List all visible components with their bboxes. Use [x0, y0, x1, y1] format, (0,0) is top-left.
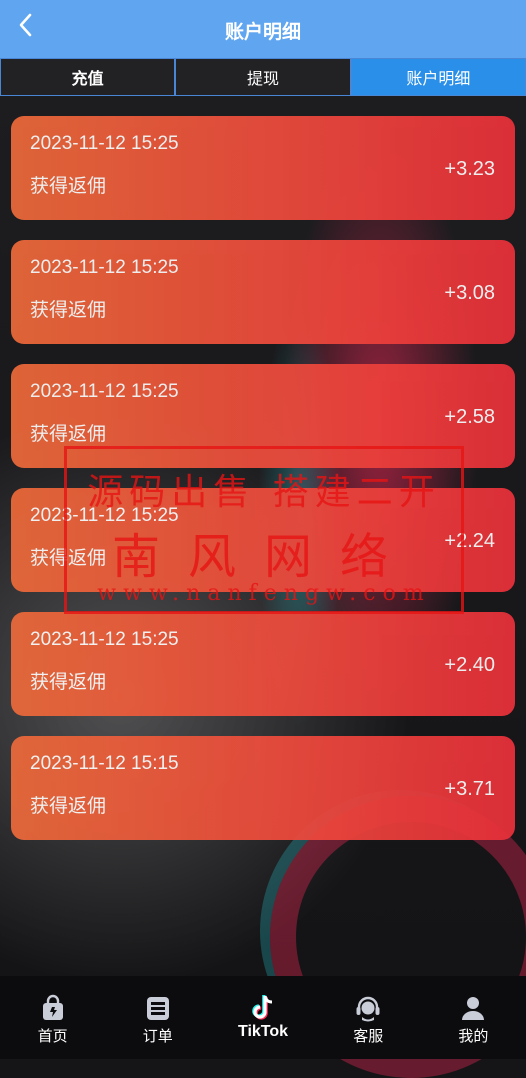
bottom-nav: 首页 订单 TikTok 客服 我的 — [0, 976, 526, 1059]
nav-support[interactable]: 客服 — [316, 976, 421, 1059]
nav-profile-label: 我的 — [458, 1028, 489, 1045]
clipboard-list-icon — [146, 997, 169, 1020]
record-time: 2023-11-12 15:15 — [30, 753, 179, 774]
record-card[interactable]: 2023-11-12 15:25 获得返佣 +2.24 — [11, 488, 515, 592]
nav-tiktok-label: TikTok — [237, 1023, 289, 1040]
record-time: 2023-11-12 15:25 — [30, 505, 179, 526]
record-time: 2023-11-12 15:25 — [30, 133, 179, 154]
record-card[interactable]: 2023-11-12 15:25 获得返佣 +2.58 — [11, 364, 515, 468]
record-card[interactable]: 2023-11-12 15:25 获得返佣 +3.23 — [11, 116, 515, 220]
record-amount: +3.23 — [444, 158, 495, 180]
record-amount: +3.71 — [444, 778, 495, 800]
record-amount: +2.40 — [444, 654, 495, 676]
nav-home-label: 首页 — [37, 1028, 68, 1045]
record-description: 获得返佣 — [30, 176, 107, 197]
tab-bar: 充值 提现 账户明细 — [0, 58, 526, 96]
tab-withdraw[interactable]: 提现 — [175, 58, 351, 96]
record-time: 2023-11-12 15:25 — [30, 381, 179, 402]
tab-recharge[interactable]: 充值 — [0, 58, 176, 96]
record-amount: +3.08 — [444, 282, 495, 304]
nav-orders[interactable]: 订单 — [105, 976, 210, 1059]
top-bar: 账户明细 — [0, 0, 526, 58]
nav-support-label: 客服 — [353, 1028, 384, 1045]
record-card[interactable]: 2023-11-12 15:25 获得返佣 +2.40 — [11, 612, 515, 716]
record-amount: +2.24 — [444, 530, 495, 552]
record-description: 获得返佣 — [30, 796, 107, 817]
record-card[interactable]: 2023-11-12 15:15 获得返佣 +3.71 — [11, 736, 515, 840]
user-icon — [462, 997, 485, 1020]
shopping-bag-icon — [42, 994, 63, 1020]
nav-orders-label: 订单 — [142, 1028, 173, 1045]
record-time: 2023-11-12 15:25 — [30, 629, 179, 650]
record-amount: +2.58 — [444, 406, 495, 428]
record-description: 获得返佣 — [30, 300, 107, 321]
record-time: 2023-11-12 15:25 — [30, 257, 179, 278]
record-list: 2023-11-12 15:25 获得返佣 +3.23 2023-11-12 1… — [11, 116, 515, 860]
page-title: 账户明细 — [224, 22, 301, 43]
tiktok-logo-icon — [252, 995, 273, 1020]
nav-profile[interactable]: 我的 — [421, 976, 526, 1059]
headset-icon — [356, 996, 380, 1022]
nav-home[interactable]: 首页 — [0, 976, 105, 1059]
nav-tiktok[interactable]: TikTok — [210, 976, 315, 1059]
record-description: 获得返佣 — [30, 672, 107, 693]
record-card[interactable]: 2023-11-12 15:25 获得返佣 +3.08 — [11, 240, 515, 344]
tab-account-details[interactable]: 账户明细 — [350, 58, 526, 96]
record-description: 获得返佣 — [30, 548, 107, 569]
record-description: 获得返佣 — [30, 424, 107, 445]
